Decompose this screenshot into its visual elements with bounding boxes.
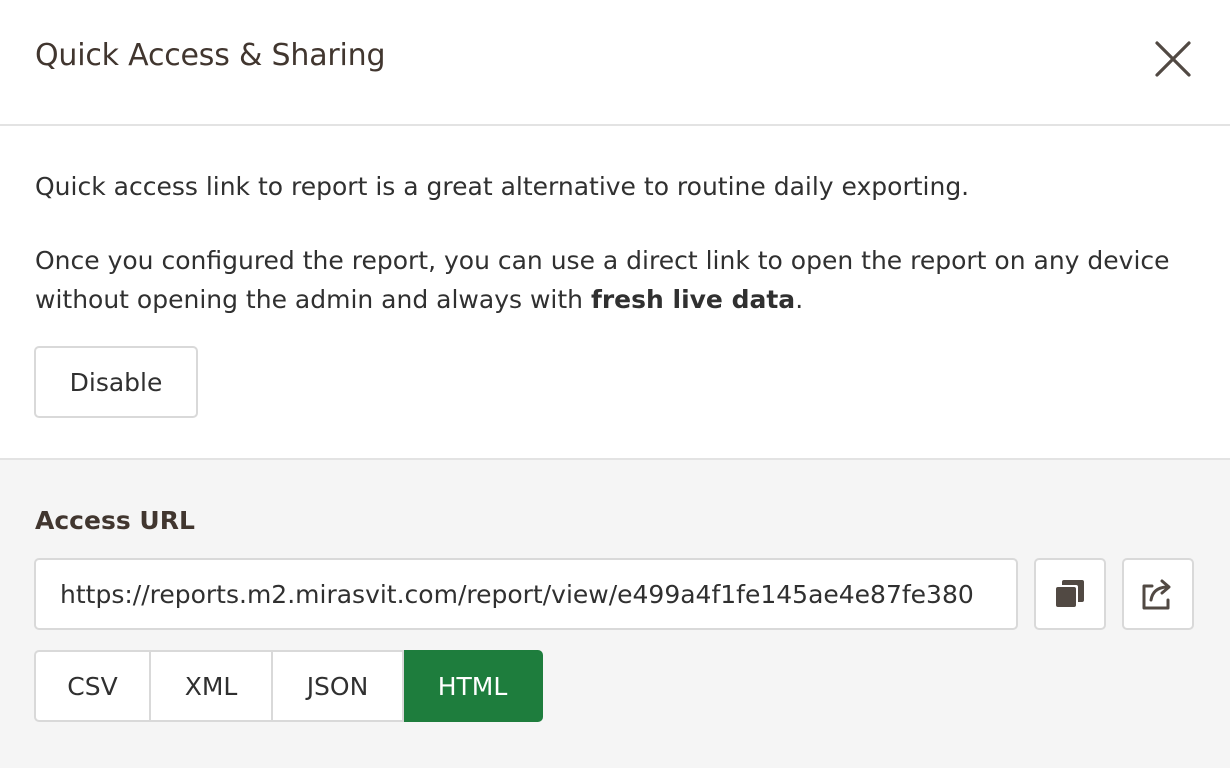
intro-paragraph-1: Quick access link to report is a great a… xyxy=(35,172,970,201)
format-option-json[interactable]: JSON xyxy=(273,650,404,722)
intro-paragraph-2-end: . xyxy=(795,285,804,314)
format-option-csv[interactable]: CSV xyxy=(34,650,151,722)
intro-text: Quick access link to report is a great a… xyxy=(35,171,1195,319)
close-button[interactable] xyxy=(1152,38,1194,80)
copy-icon xyxy=(1056,580,1084,607)
share-icon xyxy=(1142,579,1171,610)
format-option-xml[interactable]: XML xyxy=(151,650,273,722)
modal-title: Quick Access & Sharing xyxy=(35,38,386,73)
access-url-input[interactable] xyxy=(34,558,1018,630)
disable-button[interactable]: Disable xyxy=(34,346,198,418)
format-selector: CSV XML JSON HTML xyxy=(34,650,543,722)
access-url-label: Access URL xyxy=(35,506,195,535)
access-section: Access URL CSV XML JSON HTML xyxy=(0,458,1230,768)
quick-access-modal: Quick Access & Sharing Quick access link… xyxy=(0,0,1230,768)
intro-paragraph-2-bold: fresh live data xyxy=(590,285,796,314)
format-option-html[interactable]: HTML xyxy=(404,650,543,722)
copy-button[interactable] xyxy=(1034,558,1106,630)
modal-header: Quick Access & Sharing xyxy=(0,0,1230,126)
close-icon xyxy=(1155,41,1191,77)
share-button[interactable] xyxy=(1122,558,1194,630)
intro-paragraph-2: Once you configured the report, you can … xyxy=(35,241,1195,319)
